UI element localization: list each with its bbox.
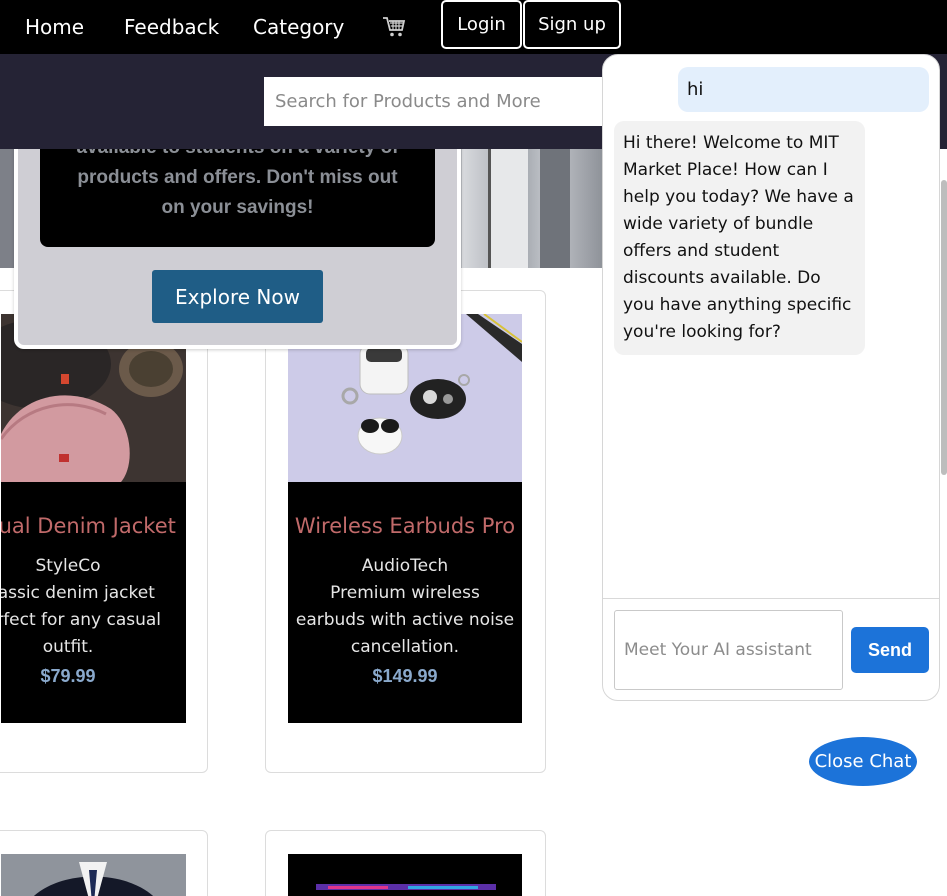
- nav-home-link[interactable]: Home: [25, 14, 84, 40]
- product-description: Premium wireless earbuds with active noi…: [295, 583, 515, 657]
- product-info: Wireless Earbuds Pro AudioTech Premium w…: [288, 482, 522, 723]
- product-brand: AudioTech: [361, 556, 449, 576]
- product-price: $149.99: [372, 666, 438, 686]
- login-button[interactable]: Login: [441, 0, 522, 49]
- navbar: Home Feedback Category Login Sign up: [0, 0, 947, 54]
- product-card[interactable]: [0, 830, 208, 896]
- signup-button[interactable]: Sign up: [523, 0, 621, 49]
- assistant-message: Hi there! Welcome to MIT Market Place! H…: [614, 121, 865, 355]
- close-chat-button[interactable]: Close Chat: [809, 737, 917, 786]
- search-input[interactable]: [264, 77, 624, 126]
- user-message: hi: [678, 67, 929, 112]
- product-card[interactable]: Casual Denim Jacket StyleCo Classic deni…: [0, 290, 208, 773]
- explore-now-button[interactable]: Explore Now: [152, 270, 323, 323]
- product-card[interactable]: [265, 830, 546, 896]
- product-description: Classic denim jacket perfect for any cas…: [1, 583, 162, 657]
- chat-divider: [603, 598, 939, 599]
- page-scrollbar[interactable]: [941, 180, 947, 475]
- product-price: $79.99: [40, 666, 96, 686]
- product-image: [1, 854, 186, 896]
- chat-panel: hi Hi there! Welcome to MIT Market Place…: [602, 54, 940, 701]
- product-title: Wireless Earbuds Pro: [294, 514, 516, 538]
- product-info: Casual Denim Jacket StyleCo Classic deni…: [1, 482, 186, 723]
- nav-category-link[interactable]: Category: [253, 14, 344, 40]
- product-card[interactable]: Wireless Earbuds Pro AudioTech Premium w…: [265, 290, 546, 773]
- promo-popup: available to students on a variety of pr…: [14, 114, 461, 349]
- product-brand: StyleCo: [35, 556, 101, 576]
- product-image: [288, 854, 522, 896]
- nav-feedback-link[interactable]: Feedback: [124, 14, 219, 40]
- product-title: Casual Denim Jacket: [1, 514, 176, 538]
- shopping-cart-icon[interactable]: [382, 15, 406, 39]
- send-button[interactable]: Send: [851, 627, 929, 673]
- chat-message-input[interactable]: [614, 610, 843, 690]
